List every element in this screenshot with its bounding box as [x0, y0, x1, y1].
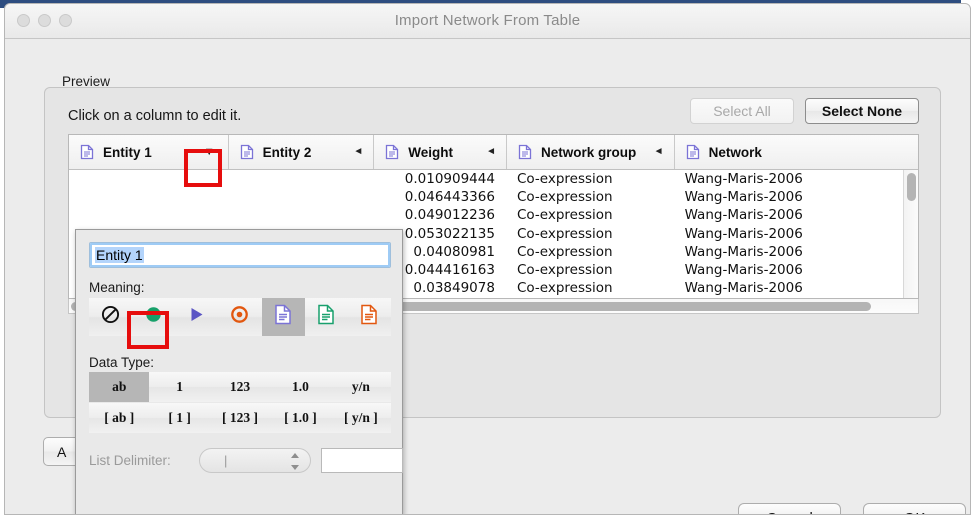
document-icon — [80, 144, 94, 160]
column-header-label: Entity 2 — [263, 145, 312, 160]
column-name-value: Entity 1 — [95, 247, 144, 263]
column-header-label: Entity 1 — [103, 145, 152, 160]
cell-network-group: Co-expression — [507, 207, 675, 223]
window-title: Import Network From Table — [5, 12, 970, 29]
cell-network-group: Co-expression — [507, 280, 675, 296]
vertical-scroll-thumb[interactable] — [907, 173, 916, 201]
meaning-label: Meaning: — [89, 280, 145, 295]
stepper-arrows-icon — [290, 453, 299, 470]
chevron-left-icon: ◄ — [654, 147, 664, 157]
chevron-left-icon: ◄ — [486, 147, 496, 157]
data-type-list-ab[interactable]: [ ab ] — [89, 403, 149, 433]
cell-weight: 0.049012236 — [374, 207, 507, 223]
source-node-icon — [144, 305, 163, 329]
cell-network: Wang-Maris-2006 — [675, 280, 918, 296]
cell-network: Wang-Maris-2006 — [675, 262, 918, 278]
cell-network-group: Co-expression — [507, 189, 675, 205]
table-vertical-scrollbar[interactable] — [903, 170, 918, 299]
data-type-list-10[interactable]: [ 1.0 ] — [270, 403, 330, 433]
list-delimiter-label: List Delimiter: — [89, 453, 171, 468]
document-icon — [686, 144, 700, 160]
data-type-list-123[interactable]: [ 123 ] — [210, 403, 270, 433]
meaning-option-source-node[interactable] — [132, 298, 175, 336]
meaning-option-target-attribute[interactable] — [348, 298, 391, 336]
cell-network: Wang-Maris-2006 — [675, 244, 918, 260]
cancel-button[interactable]: Cancel — [738, 503, 841, 515]
data-type-row-scalar: ab11231.0y/n — [89, 372, 391, 402]
meaning-option-not-imported[interactable] — [89, 298, 132, 336]
cell-network-group: Co-expression — [507, 171, 675, 187]
data-type-123[interactable]: 123 — [210, 372, 270, 402]
preview-hint: Click on a column to edit it. — [68, 108, 241, 124]
target-attribute-icon — [360, 304, 378, 330]
data-type-yn[interactable]: y/n — [331, 372, 391, 402]
chevron-down-icon: ▼ — [204, 146, 215, 158]
target-node-icon — [187, 305, 206, 329]
meaning-option-source-attribute[interactable] — [305, 298, 348, 336]
table-row[interactable]: 0.010909444Co-expressionWang-Maris-2006 — [69, 170, 918, 188]
column-header-label: Weight — [408, 145, 453, 160]
data-type-10[interactable]: 1.0 — [270, 372, 330, 402]
cell-weight: 0.046443366 — [374, 189, 507, 205]
meaning-option-edge-attribute[interactable] — [262, 298, 305, 336]
cell-network-group: Co-expression — [507, 226, 675, 242]
cell-weight: 0.010909444 — [374, 171, 507, 187]
data-type-list-1[interactable]: [ 1 ] — [149, 403, 209, 433]
cell-network: Wang-Maris-2006 — [675, 226, 918, 242]
column-header-label: Network group — [541, 145, 636, 160]
data-type-label: Data Type: — [89, 355, 154, 370]
ok-button[interactable]: OK — [863, 503, 966, 515]
document-icon — [240, 144, 254, 160]
interaction-type-icon — [230, 305, 249, 329]
data-type-ab[interactable]: ab — [89, 372, 149, 402]
table-header-row: Entity 1▼Entity 2◄Weight◄Network group◄N… — [69, 135, 918, 170]
list-delimiter-value: | — [224, 453, 227, 468]
not-imported-icon — [101, 305, 120, 329]
meaning-option-target-node[interactable] — [175, 298, 218, 336]
cell-network: Wang-Maris-2006 — [675, 171, 918, 187]
list-delimiter-select[interactable]: | — [199, 448, 311, 473]
table-column-header-entity-1[interactable]: Entity 1 — [69, 135, 191, 169]
table-column-header-entity-2[interactable]: Entity 2 ◄ — [229, 135, 375, 169]
document-icon — [385, 144, 399, 160]
document-icon — [518, 144, 532, 160]
table-column-header-network[interactable]: Network — [675, 135, 918, 169]
cell-network: Wang-Maris-2006 — [675, 207, 918, 223]
column-editor-popup: Entity 1 Meaning: Data Type: ab11231.0y/… — [75, 229, 403, 515]
data-type-row-list: [ ab ][ 1 ][ 123 ][ 1.0 ][ y/n ] — [89, 403, 391, 433]
edge-attribute-icon — [274, 304, 292, 330]
cell-network: Wang-Maris-2006 — [675, 189, 918, 205]
screenshot-root: Import Network From Table Preview Click … — [0, 0, 975, 517]
select-all-button[interactable]: Select All — [690, 98, 794, 124]
select-none-button[interactable]: Select None — [805, 98, 919, 124]
table-column-header-network-group[interactable]: Network group ◄ — [507, 135, 675, 169]
table-row[interactable]: 0.046443366Co-expressionWang-Maris-2006 — [69, 188, 918, 206]
dialog-body: Preview Click on a column to edit it. Se… — [5, 39, 970, 515]
table-row[interactable]: 0.049012236Co-expressionWang-Maris-2006 — [69, 206, 918, 224]
cell-network-group: Co-expression — [507, 244, 675, 260]
title-bar: Import Network From Table — [5, 4, 970, 39]
import-network-dialog: Import Network From Table Preview Click … — [4, 3, 971, 515]
data-type-1[interactable]: 1 — [149, 372, 209, 402]
table-column-header-weight[interactable]: Weight ◄ — [374, 135, 507, 169]
cell-network-group: Co-expression — [507, 262, 675, 278]
meaning-toolbar — [89, 298, 391, 336]
list-delimiter-row: List Delimiter: | — [89, 448, 391, 474]
source-attribute-icon — [317, 304, 335, 330]
data-type-list-yn[interactable]: [ y/n ] — [331, 403, 391, 433]
column-dropdown-toggle[interactable]: ▼ — [191, 135, 229, 169]
list-delimiter-custom-input[interactable] — [321, 448, 403, 473]
column-name-input[interactable]: Entity 1 — [89, 242, 391, 268]
column-header-label: Network — [709, 145, 762, 160]
meaning-option-interaction-type[interactable] — [218, 298, 261, 336]
chevron-left-icon: ◄ — [353, 147, 363, 157]
